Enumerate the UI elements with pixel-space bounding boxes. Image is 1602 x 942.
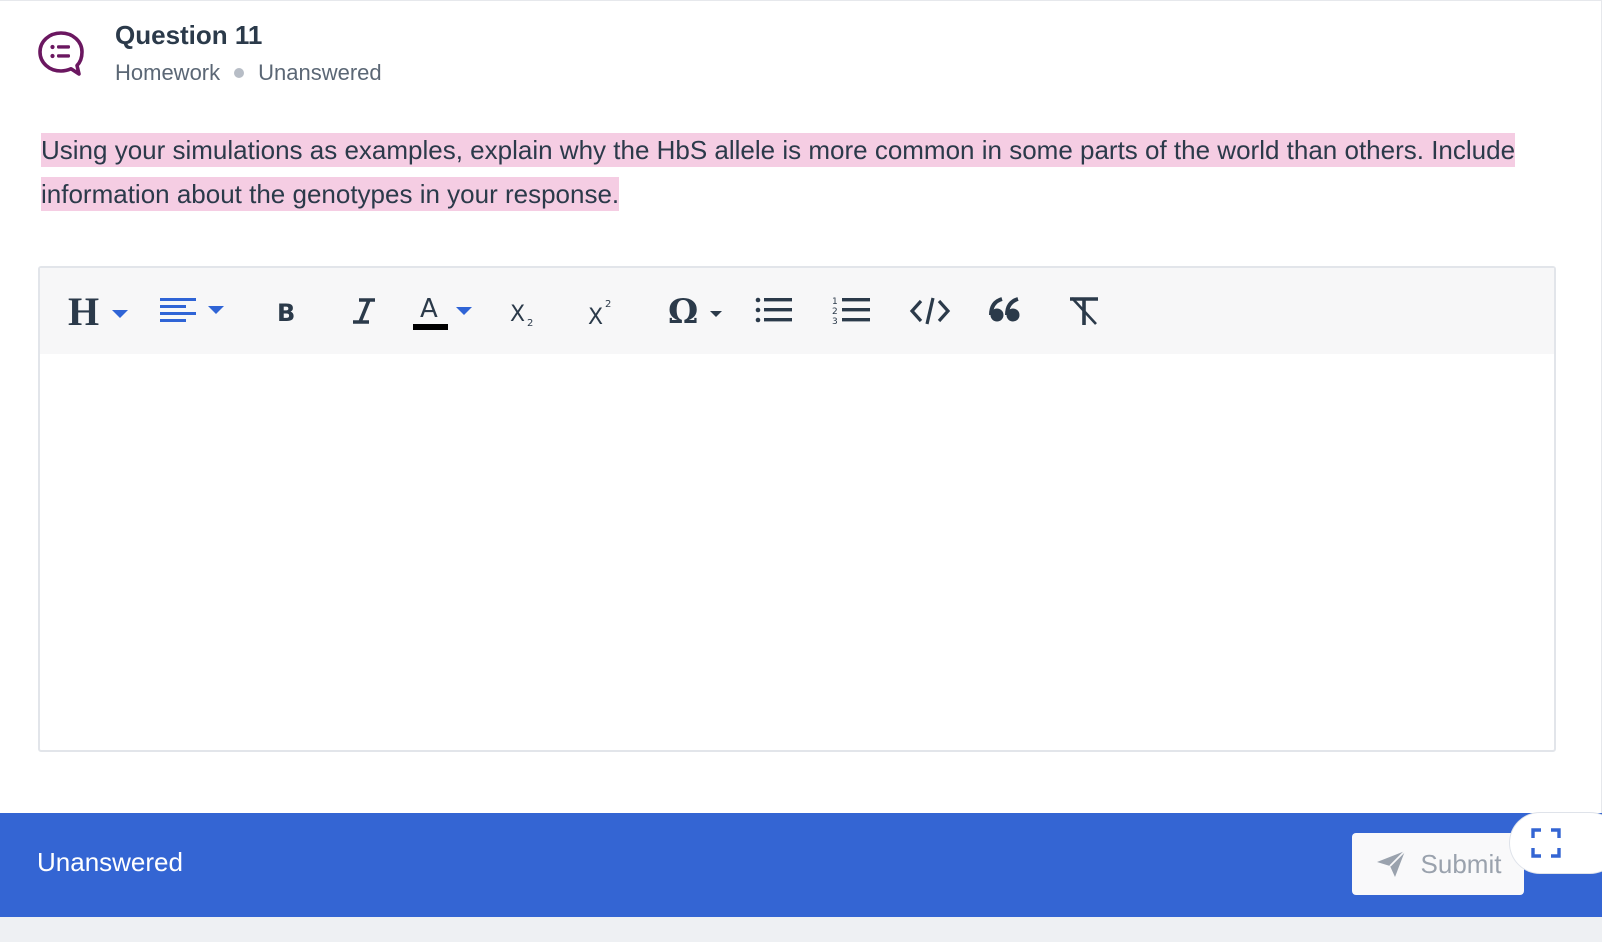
question-meta: Homework Unanswered [115, 60, 382, 86]
svg-text:2: 2 [605, 299, 611, 310]
svg-text:X: X [510, 302, 525, 327]
answer-text-area[interactable] [40, 354, 1554, 750]
svg-text:2: 2 [832, 307, 838, 317]
blockquote-icon [989, 297, 1020, 322]
align-left-icon [160, 298, 224, 322]
superscript-button[interactable]: X 2 [582, 288, 624, 334]
font-color-dropdown-button[interactable]: A [410, 288, 476, 334]
bold-button[interactable]: B [266, 288, 306, 334]
alignment-dropdown-button[interactable] [158, 288, 230, 334]
numbered-list-icon: 1 2 3 [832, 297, 870, 327]
remove-format-icon [1070, 297, 1098, 325]
code-icon [909, 297, 951, 325]
remove-format-button[interactable] [1062, 288, 1106, 334]
question-category: Homework [115, 60, 221, 85]
separator-dot [234, 68, 245, 78]
submit-button[interactable]: Submit [1352, 833, 1524, 895]
rich-text-editor: H B A X 2 X 2 Ω 1 2 3 [38, 266, 1556, 752]
question-chat-icon [37, 30, 85, 78]
fullscreen-button[interactable] [1510, 813, 1602, 873]
svg-text:Ω: Ω [668, 292, 698, 331]
special-characters-icon: Ω [668, 292, 722, 331]
svg-text:B: B [277, 299, 295, 327]
bulleted-list-button[interactable] [752, 288, 796, 334]
bold-icon: B [277, 299, 295, 327]
question-status: Unanswered [258, 60, 382, 85]
svg-text:A: A [420, 294, 438, 324]
answer-footer-bar: Unanswered Submit [0, 813, 1602, 917]
question-title: Question 11 [115, 20, 263, 50]
fullscreen-icon [1531, 828, 1561, 858]
heading-icon: H [68, 291, 128, 331]
svg-text:2: 2 [527, 318, 533, 329]
special-characters-dropdown-button[interactable]: Ω [666, 288, 730, 334]
subscript-button[interactable]: X 2 [504, 288, 546, 334]
top-divider [0, 0, 1602, 1]
subscript-icon: X 2 [510, 302, 533, 329]
bottom-edge [0, 917, 1602, 942]
font-color-icon: A [413, 294, 472, 330]
bulleted-list-icon [755, 297, 792, 323]
code-button[interactable] [908, 288, 952, 334]
heading-dropdown-button[interactable]: H [66, 288, 136, 334]
numbered-list-button[interactable]: 1 2 3 [830, 288, 874, 334]
question-prompt: Using your simulations as examples, expl… [41, 128, 1541, 216]
blockquote-button[interactable] [986, 288, 1026, 334]
svg-text:3: 3 [832, 317, 838, 327]
highlighted-prompt-text: Using your simulations as examples, expl… [41, 133, 1516, 211]
submit-label: Submit [1420, 848, 1502, 879]
svg-text:X: X [588, 305, 603, 329]
send-icon [1376, 850, 1406, 877]
svg-text:H: H [68, 291, 99, 331]
editor-toolbar: H B A X 2 X 2 Ω 1 2 3 [40, 268, 1554, 354]
superscript-icon: X 2 [588, 299, 611, 329]
svg-text:1: 1 [832, 297, 838, 307]
italic-icon [353, 298, 375, 324]
answer-status-label: Unanswered [37, 847, 183, 877]
italic-button[interactable] [344, 288, 384, 334]
